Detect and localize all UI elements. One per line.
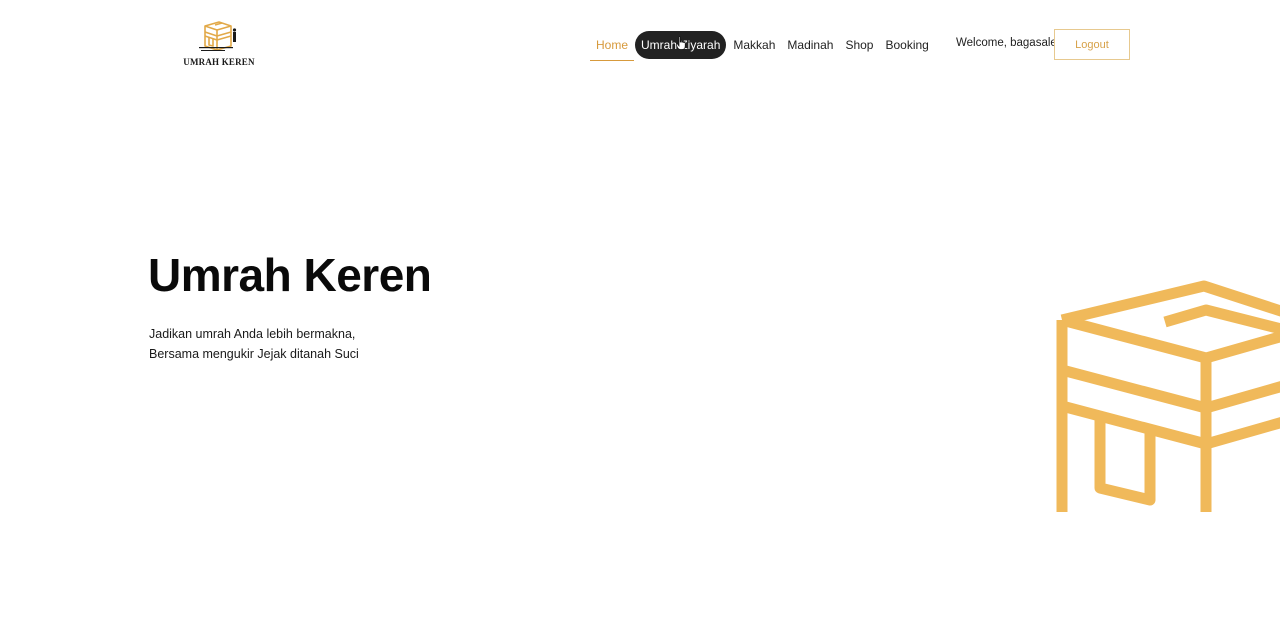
kaaba-logo-icon xyxy=(199,21,237,51)
welcome-message: Welcome, bagasale xyxy=(956,37,1057,49)
logout-button[interactable]: Logout xyxy=(1054,29,1130,60)
page: UMRAH KEREN Home Umrah Ziyarah Makkah Ma… xyxy=(0,0,1280,642)
nav-shop[interactable]: Shop xyxy=(839,31,879,59)
kaaba-illustration xyxy=(1056,280,1280,512)
logo-text: UMRAH KEREN xyxy=(183,57,255,67)
hero-subtitle-line-1: Jadikan umrah Anda lebih bermakna, xyxy=(149,327,356,341)
nav-booking[interactable]: Booking xyxy=(879,31,934,59)
hero-subtitle-line-2: Bersama mengukir Jejak ditanah Suci xyxy=(149,347,359,361)
site-logo[interactable]: UMRAH KEREN xyxy=(180,18,258,70)
main-nav: Home Umrah Ziyarah Makkah Madinah Shop B… xyxy=(590,31,935,61)
nav-makkah[interactable]: Makkah xyxy=(727,31,781,59)
nav-home[interactable]: Home xyxy=(590,31,635,61)
hero-subtitle: Jadikan umrah Anda lebih bermakna, Bersa… xyxy=(149,324,359,364)
nav-madinah[interactable]: Madinah xyxy=(781,31,839,59)
hero-title: Umrah Keren xyxy=(148,249,432,301)
hand-cursor-icon xyxy=(676,36,686,50)
